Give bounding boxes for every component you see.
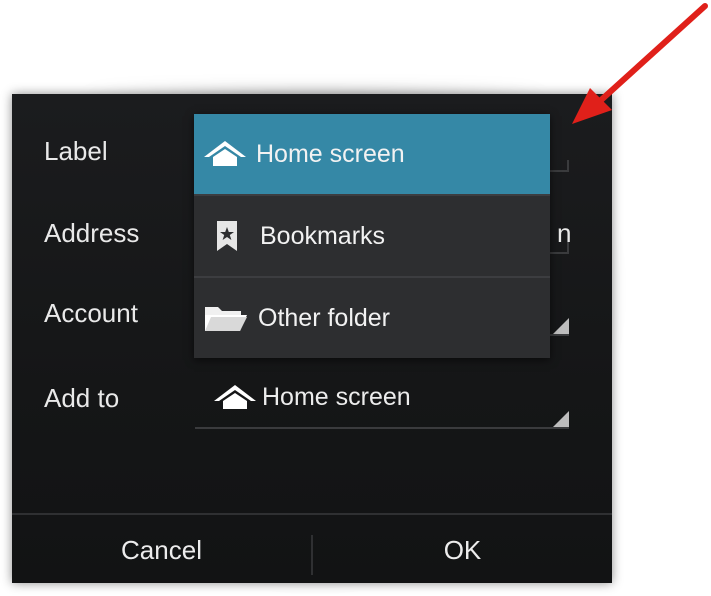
- spinner-corner-icon: [553, 318, 569, 334]
- dropdown-item-label: Bookmarks: [260, 221, 386, 250]
- address-input-edge: [567, 242, 569, 254]
- label-input-edge: [567, 160, 569, 172]
- account-field-label: Account: [44, 298, 138, 328]
- add-to-field-label: Add to: [44, 383, 120, 413]
- spinner-corner-icon: [553, 411, 569, 427]
- home-icon: [194, 139, 256, 169]
- dropdown-item-bookmarks[interactable]: Bookmarks: [194, 196, 550, 276]
- address-field-label: Address: [44, 218, 140, 248]
- cancel-button[interactable]: Cancel: [12, 515, 311, 583]
- label-field-label: Label: [44, 136, 108, 166]
- bookmark-icon: [194, 220, 260, 252]
- dropdown-item-label: Home screen: [256, 139, 405, 168]
- button-bar: Cancel OK: [12, 513, 612, 583]
- home-icon: [212, 383, 258, 411]
- add-to-dropdown-menu: Home screen Bookmarks Other folder: [194, 114, 550, 358]
- dropdown-item-home-screen[interactable]: Home screen: [194, 114, 550, 194]
- add-to-value-label: Home screen: [262, 382, 411, 411]
- address-input-value: n: [557, 218, 572, 248]
- add-to-spinner[interactable]: [195, 427, 569, 429]
- dropdown-item-other-folder[interactable]: Other folder: [194, 278, 550, 358]
- annotation-arrow-icon: [572, 3, 708, 124]
- folder-icon: [194, 303, 258, 333]
- dropdown-item-label: Other folder: [258, 303, 391, 332]
- ok-button[interactable]: OK: [313, 515, 612, 583]
- add-to-spinner-value[interactable]: Home screen: [212, 380, 411, 414]
